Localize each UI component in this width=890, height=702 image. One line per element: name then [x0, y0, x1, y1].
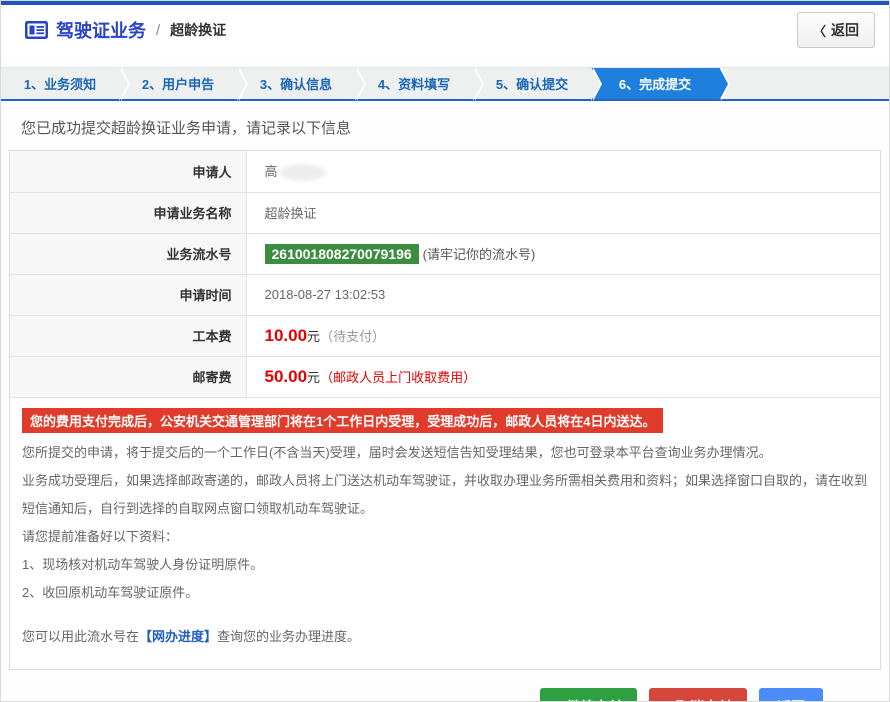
continue-payment-button[interactable]: ¥ 继续支付: [540, 688, 638, 702]
license-card-icon: [25, 21, 48, 39]
notice-section: 您的费用支付完成后，公安机关交通管理部门将在1个工作日内受理，受理成功后，邮政人…: [10, 398, 880, 669]
chevron-left-icon: 〈: [813, 21, 826, 40]
back-button[interactable]: 〈 返回: [797, 12, 875, 48]
row-label: 业务流水号: [10, 233, 246, 274]
table-row-serial: 业务流水号 261001808270079196 (请牢记你的流水号): [10, 233, 880, 274]
step-tab-2[interactable]: 2、用户申告: [119, 68, 237, 99]
table-row-apply-time: 申请时间 2018-08-27 13:02:53: [10, 274, 880, 315]
table-row-postage-fee: 邮寄费 50.00元（邮政人员上门收取费用）: [10, 356, 880, 397]
serial-number-badge: 261001808270079196: [265, 244, 419, 264]
progress-hint-suffix: 查询您的业务办理进度。: [217, 629, 360, 644]
row-label: 申请时间: [10, 274, 246, 315]
progress-hint-prefix: 您可以用此流水号在: [22, 629, 139, 644]
payment-warning-banner: 您的费用支付完成后，公安机关交通管理部门将在1个工作日内受理，受理成功后，邮政人…: [22, 408, 663, 433]
applicant-name: 高: [265, 164, 278, 179]
row-value: 261001808270079196 (请牢记你的流水号): [246, 233, 880, 274]
notice-list-item: 1、现场核对机动车驾驶人身份证明原件。: [22, 551, 868, 579]
success-message: 您已成功提交超龄换证业务申请，请记录以下信息: [21, 117, 881, 138]
table-row-business-name: 申请业务名称 超龄换证: [10, 192, 880, 233]
step-label: 5、确认提交: [496, 74, 568, 93]
step-tab-1[interactable]: 1、业务须知: [1, 68, 119, 99]
fee-amount: 10.00: [265, 326, 308, 345]
fee-note: （待支付）: [320, 329, 385, 344]
row-value: 50.00元（邮政人员上门收取费用）: [246, 356, 880, 397]
serial-note: (请牢记你的流水号): [423, 247, 536, 262]
step-label: 2、用户申告: [142, 74, 214, 93]
notice-paragraph: 请您提前准备好以下资料：: [22, 523, 868, 551]
wizard-steps: 1、业务须知 2、用户申告 3、确认信息 4、资料填写 5、确认提交 6、完成提…: [1, 67, 889, 101]
progress-link[interactable]: 【网办进度】: [139, 629, 217, 644]
header: 驾驶证业务 / 超龄换证 〈 返回: [1, 5, 889, 55]
row-label: 工本费: [10, 315, 246, 356]
row-value: 2018-08-27 13:02:53: [246, 274, 880, 315]
page: 驾驶证业务 / 超龄换证 〈 返回 1、业务须知 2、用户申告 3、确认信息 4…: [0, 0, 890, 702]
fee-unit: 元: [307, 329, 320, 344]
row-label: 申请业务名称: [10, 192, 246, 233]
fee-note: （邮政人员上门收取费用）: [320, 370, 476, 385]
breadcrumb: 驾驶证业务 / 超龄换证: [25, 17, 226, 43]
step-label: 3、确认信息: [260, 74, 332, 93]
step-tab-3[interactable]: 3、确认信息: [237, 68, 355, 99]
row-label: 申请人: [10, 151, 246, 192]
redaction-blur: [280, 164, 326, 181]
step-label: 1、业务须知: [24, 74, 96, 93]
notice-paragraph: 您所提交的申请，将于提交后的一个工作日(不含当天)受理，届时会发送短信告知受理结…: [22, 439, 868, 467]
cancel-payment-button[interactable]: ¥ 取消支付: [649, 688, 747, 702]
breadcrumb-current: 超龄换证: [170, 20, 226, 40]
row-value: 高: [246, 151, 880, 192]
breadcrumb-separator: /: [156, 22, 160, 39]
return-button[interactable]: 返回: [759, 688, 823, 702]
steps-bar-tail: [719, 68, 889, 99]
main-content: 您已成功提交超龄换证业务申请，请记录以下信息 申请人 高 申请业务名称 超龄换证…: [1, 117, 889, 702]
step-label: 4、资料填写: [378, 74, 450, 93]
step-label: 6、完成提交: [619, 74, 691, 93]
notice-list-item: 2、收回原机动车驾驶证原件。: [22, 579, 868, 607]
fee-unit: 元: [307, 370, 320, 385]
progress-hint: 您可以用此流水号在【网办进度】查询您的业务办理进度。: [22, 623, 868, 651]
row-value: 10.00元（待支付）: [246, 315, 880, 356]
action-buttons: ¥ 继续支付 ¥ 取消支付 返回: [9, 688, 881, 702]
page-title: 驾驶证业务: [56, 17, 146, 43]
back-button-label: 返回: [831, 20, 859, 40]
table-row-production-fee: 工本费 10.00元（待支付）: [10, 315, 880, 356]
table-row-applicant: 申请人 高: [10, 151, 880, 192]
step-tab-5[interactable]: 5、确认提交: [473, 68, 591, 99]
row-value: 超龄换证: [246, 192, 880, 233]
details-panel: 申请人 高 申请业务名称 超龄换证 业务流水号 2610018082700791…: [9, 150, 881, 670]
step-tab-6-active[interactable]: 6、完成提交: [591, 68, 719, 99]
notice-paragraph: 业务成功受理后，如果选择邮政寄递的，邮政人员将上门送达机动车驾驶证，并收取办理业…: [22, 467, 868, 523]
row-label: 邮寄费: [10, 356, 246, 397]
details-table: 申请人 高 申请业务名称 超龄换证 业务流水号 2610018082700791…: [10, 151, 880, 398]
fee-amount: 50.00: [265, 367, 308, 386]
step-tab-4[interactable]: 4、资料填写: [355, 68, 473, 99]
